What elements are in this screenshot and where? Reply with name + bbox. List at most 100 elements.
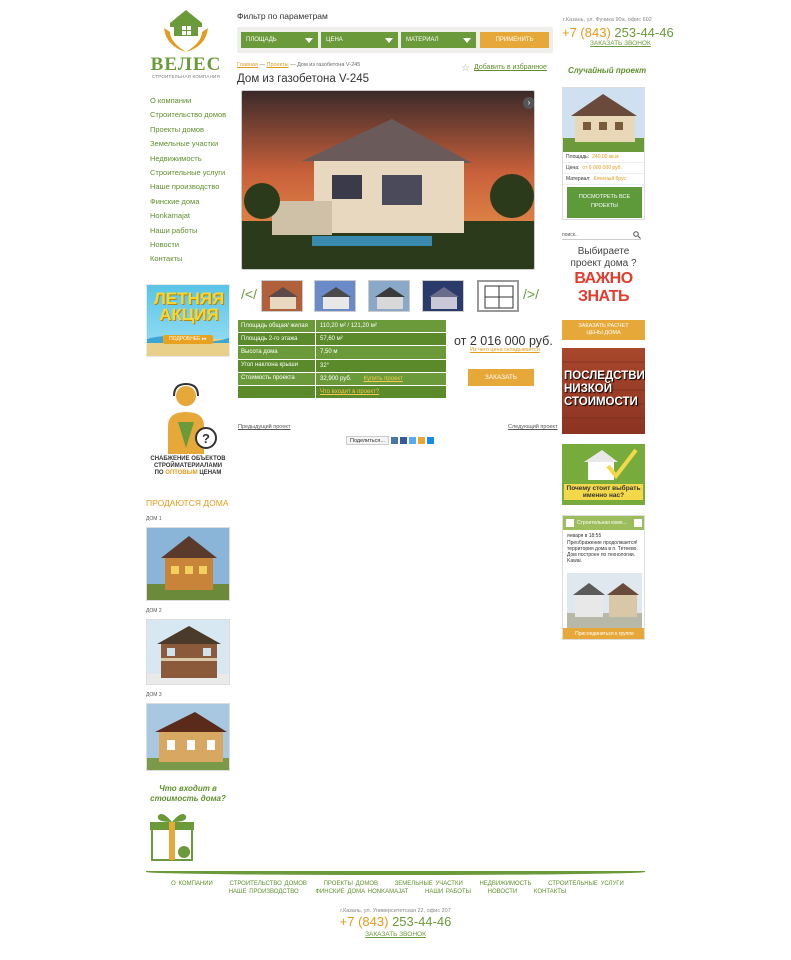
- thumbnail[interactable]: [314, 280, 356, 312]
- random-project-title: Случайный проект: [568, 66, 647, 75]
- nav-item-construction[interactable]: Строительство домов: [150, 108, 235, 122]
- mail-icon[interactable]: [426, 437, 434, 444]
- order-calculation-button[interactable]: ЗАКАЗАТЬ РАСЧЕТ ЦЕНЫ ДОМА: [562, 320, 645, 340]
- why-choose-us-banner[interactable]: Почему стоит выбрать именно нас?: [562, 444, 645, 505]
- whats-included-link[interactable]: Что входит в стоимость дома?: [146, 784, 230, 804]
- low-cost-consequences-banner[interactable]: ПОСЛЕДСТВИЯ НИЗКОЙ СТОИМОСТИ: [562, 348, 645, 434]
- search-icon[interactable]: [633, 231, 641, 239]
- sale-house-photo[interactable]: [146, 703, 230, 771]
- nav-item-honkamajat[interactable]: Honkamajat: [150, 209, 235, 223]
- sale-house-label: ДОМ 1: [146, 516, 162, 522]
- twitter-icon[interactable]: [408, 437, 416, 444]
- odnoklassniki-icon[interactable]: [417, 437, 425, 444]
- random-project-photo[interactable]: [563, 88, 644, 152]
- chevron-down-icon: [463, 38, 471, 43]
- star-icon[interactable]: ☆: [461, 63, 470, 74]
- breadcrumb: Главная — Проекты — Дом из газобетона V-…: [237, 62, 361, 68]
- image-next-arrow-icon[interactable]: ›: [523, 97, 534, 109]
- breadcrumb-home[interactable]: Главная: [237, 62, 258, 68]
- vk-house-photo: [567, 573, 642, 628]
- footer-nav: О КОМПАНИИ СТРОИТЕЛЬСТВО ДОМОВ ПРОЕКТЫ Д…: [160, 880, 635, 896]
- share-bar: Поделиться...: [346, 436, 434, 445]
- area-select[interactable]: ПЛОЩАДЬ: [241, 32, 318, 48]
- sale-house-2[interactable]: ДОМ 2: [146, 608, 230, 685]
- footer-nav-item[interactable]: КОНТАКТЫ: [534, 889, 566, 895]
- footer-nav-item[interactable]: НАШЕ ПРОИЗВОДСТВО: [229, 889, 299, 895]
- project-price: от 2 016 000 руб.: [454, 334, 553, 348]
- prev-project-link[interactable]: Предыдущий проект: [238, 424, 290, 430]
- nav-item-finnish[interactable]: Финские дома: [150, 195, 235, 209]
- thumbnail[interactable]: [368, 280, 410, 312]
- footer-nav-item[interactable]: НЕДВИЖИМОСТЬ: [479, 881, 531, 887]
- footer-nav-item[interactable]: ЗЕМЕЛЬНЫЕ УЧАСТКИ: [395, 881, 463, 887]
- next-project-link[interactable]: Следующий проект: [508, 424, 558, 430]
- sale-house-3[interactable]: ДОМ 3: [146, 692, 230, 771]
- thumbnail-floorplan[interactable]: [477, 280, 519, 312]
- consequences-title: ПОСЛЕДСТВИЯ НИЗКОЙ СТОИМОСТИ: [564, 370, 645, 408]
- share-button[interactable]: Поделиться...: [346, 436, 389, 445]
- footer-nav-item[interactable]: НАШИ РАБОТЫ: [425, 889, 471, 895]
- important-banner[interactable]: Выбираете проект дома ? ВАЖНО ЗНАТЬ: [562, 246, 645, 306]
- logo[interactable]: ВЕЛЕС СТРОИТЕЛЬНАЯ КОМПАНИЯ: [150, 6, 222, 84]
- order-button[interactable]: ЗАКАЗАТЬ: [468, 369, 534, 386]
- chevron-down-icon: [305, 38, 313, 43]
- vk-icon[interactable]: [390, 437, 398, 444]
- footer-nav-item[interactable]: ФИНСКИЕ ДОМА HONKAMAJAT: [315, 889, 408, 895]
- footer-nav-item[interactable]: НОВОСТИ: [488, 889, 518, 895]
- project-main-image[interactable]: ›: [241, 90, 535, 270]
- logo-name: ВЕЛЕС: [150, 54, 222, 75]
- gift-house-icon[interactable]: [148, 810, 196, 862]
- nav-item-news[interactable]: Новости: [150, 238, 235, 252]
- whats-in-project-link[interactable]: Что входит в проект?: [320, 389, 379, 395]
- chevron-down-icon: [385, 38, 393, 43]
- add-to-favorites-link[interactable]: Добавить в избранное: [474, 64, 547, 71]
- promo-more-button[interactable]: ПОДРОБНЕЕ ▸▸: [163, 335, 213, 344]
- footer-nav-item[interactable]: ПРОЕКТЫ ДОМОВ: [324, 881, 378, 887]
- header-phone[interactable]: +7 (843) 253-44-46: [562, 25, 674, 40]
- vk-widget[interactable]: Строительная комп... января в 18:55 Прео…: [562, 515, 645, 640]
- sale-house-1[interactable]: ДОМ 1: [146, 516, 230, 601]
- nav-item-works[interactable]: Наши работы: [150, 224, 235, 238]
- price-select[interactable]: ЦЕНА: [321, 32, 398, 48]
- thumbs-prev-arrow-icon[interactable]: /</: [241, 286, 257, 302]
- material-select[interactable]: МАТЕРИАЛ: [401, 32, 476, 48]
- footer-callback-link[interactable]: ЗАКАЗАТЬ ЗВОНОК: [0, 931, 791, 938]
- view-all-projects-button[interactable]: ПОСМОТРЕТЬ ВСЕ ПРОЕКТЫ: [567, 187, 642, 218]
- nav-item-services[interactable]: Строительные услуги: [150, 166, 235, 180]
- nav-item-projects[interactable]: Проекты домов: [150, 123, 235, 137]
- breadcrumb-projects[interactable]: Проекты: [267, 62, 289, 68]
- footer-phone[interactable]: +7 (843) 253-44-46: [0, 914, 791, 929]
- vk-join-button[interactable]: Присоединиться к группе: [563, 628, 644, 639]
- header-callback-link[interactable]: ЗАКАЗАТЬ ЗВОНОК: [590, 40, 651, 47]
- nav-item-about[interactable]: О компании: [150, 94, 235, 108]
- sale-house-photo[interactable]: [146, 619, 230, 685]
- random-project-card[interactable]: Площадь: 240,00 кв.м Цена: от 6 000 000 ру…: [562, 87, 645, 220]
- vk-widget-header[interactable]: Строительная комп...: [563, 516, 644, 530]
- sale-house-photo[interactable]: [146, 527, 230, 601]
- thumbnail[interactable]: [422, 280, 464, 312]
- nav-item-production[interactable]: Наше производство: [150, 180, 235, 194]
- nav-item-realty[interactable]: Недвижимость: [150, 152, 235, 166]
- svg-text:?: ?: [202, 431, 210, 446]
- footer-nav-item[interactable]: СТРОИТЕЛЬНЫЕ УСЛУГИ: [548, 881, 624, 887]
- param-row: Площадь общая/ жилая 110,20 м² / 121,20 м…: [238, 320, 446, 333]
- vk-post-image[interactable]: [567, 573, 642, 628]
- param-row: Площадь 2-го этажа 57,60 м²: [238, 333, 446, 346]
- nav-item-contacts[interactable]: Контакты: [150, 252, 235, 266]
- nav-item-land[interactable]: Земельные участки: [150, 137, 235, 151]
- facebook-icon[interactable]: [399, 437, 407, 444]
- thumbs-next-arrow-icon[interactable]: />/: [523, 286, 539, 302]
- buy-project-link[interactable]: Купить проект: [363, 376, 402, 382]
- page-title: Дом из газобетона V-245: [237, 73, 370, 85]
- summer-promo-banner[interactable]: ЛЕТНЯЯ АКЦИЯ ПОДРОБНЕЕ ▸▸: [146, 284, 230, 357]
- footer-nav-item[interactable]: СТРОИТЕЛЬСТВО ДОМОВ: [230, 881, 307, 887]
- header-address: г.Казань, ул. Фучика 90а, офис 602: [563, 17, 652, 23]
- price-breakdown-link[interactable]: Из чего цена складывается: [470, 347, 540, 353]
- thumbnail[interactable]: [261, 280, 303, 312]
- random-house-photo: [563, 88, 644, 152]
- apply-filter-button[interactable]: ПРИМЕНИТЬ: [480, 32, 549, 48]
- search-input[interactable]: поиск..: [562, 232, 641, 240]
- supply-banner[interactable]: ? СНАБЖЕНИЕ ОБЪЕКТОВ СТРОЙМАТЕРИАЛАМИ ПО…: [146, 382, 230, 482]
- sale-houses-title[interactable]: ПРОДАЮТСЯ ДОМА: [146, 498, 229, 508]
- footer-nav-item[interactable]: О КОМПАНИИ: [171, 881, 213, 887]
